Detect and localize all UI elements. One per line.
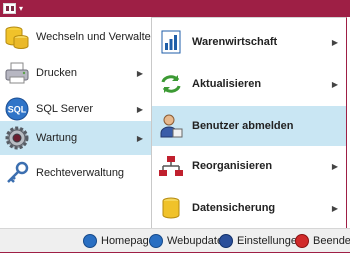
beenden-label: Beenden — [313, 235, 350, 247]
key-icon — [4, 160, 30, 186]
submenu-arrow-icon: ▶ — [136, 133, 144, 143]
submenu-item-label: Datensicherung — [192, 202, 276, 214]
main-menu: Wechseln und Verwalten Drucken ▶ SQL SQL… — [0, 17, 157, 228]
title-bar: ▾ — [0, 0, 350, 17]
gear-icon — [4, 125, 30, 151]
submenu-item-datensicherung[interactable]: Datensicherung ▶ — [152, 188, 346, 228]
submenu-item-label: Reorganisieren — [192, 160, 273, 172]
exit-icon — [295, 234, 309, 248]
printer-icon — [4, 60, 30, 86]
webupdate-button[interactable]: Webupdate — [149, 234, 223, 248]
menu-item-label: Wechseln und Verwalten — [36, 31, 157, 43]
app-menu-icon — [3, 3, 16, 14]
menu-item-wechseln[interactable]: Wechseln und Verwalten — [0, 19, 157, 55]
menu-item-rechteverwaltung[interactable]: Rechteverwaltung — [0, 155, 151, 191]
globe-update-icon — [149, 234, 163, 248]
submenu-arrow-icon: ▶ — [331, 79, 339, 89]
submenu-arrow-icon: ▶ — [136, 104, 144, 114]
submenu-item-label: Warenwirtschaft — [192, 36, 278, 48]
app-menu-button[interactable]: ▾ — [3, 1, 33, 16]
submenu-item-label: Benutzer abmelden — [192, 120, 294, 132]
einstellungen-label: Einstellungen — [237, 235, 304, 247]
submenu-arrow-icon: ▶ — [136, 68, 144, 78]
menu-item-wartung[interactable]: Wartung ▶ — [0, 121, 151, 155]
submenu-arrow-icon: ▶ — [331, 161, 339, 171]
homepage-button[interactable]: Homepage — [83, 234, 155, 248]
submenu-arrow-icon: ▶ — [331, 37, 339, 47]
chevron-down-icon: ▾ — [19, 4, 24, 13]
submenu-item-aktualisieren[interactable]: Aktualisieren ▶ — [152, 64, 346, 104]
refresh-icon — [158, 71, 184, 97]
globe-icon — [83, 234, 97, 248]
submenu-item-label: Aktualisieren — [192, 78, 262, 90]
application-menu: Wechseln und Verwalten Drucken ▶ SQL SQL… — [0, 17, 350, 253]
webupdate-label: Webupdate — [167, 235, 224, 247]
beenden-button[interactable]: Beenden — [295, 234, 350, 248]
menu-item-label: Drucken — [36, 67, 77, 79]
sql-server-icon: SQL — [4, 96, 30, 122]
menu-item-drucken[interactable]: Drucken ▶ — [0, 55, 151, 91]
submenu-item-warenwirtschaft[interactable]: Warenwirtschaft ▶ — [152, 22, 346, 62]
database-icon — [4, 24, 30, 50]
svg-text:SQL: SQL — [8, 105, 27, 115]
submenu-item-benutzer-abmelden[interactable]: Benutzer abmelden — [152, 106, 346, 146]
network-icon — [158, 153, 184, 179]
settings-icon — [219, 234, 233, 248]
einstellungen-button[interactable]: Einstellungen — [219, 234, 303, 248]
submenu-arrow-icon: ▶ — [331, 203, 339, 213]
document-chart-icon — [158, 29, 184, 55]
menu-item-label: SQL Server — [36, 103, 94, 115]
submenu-wartung: Warenwirtschaft ▶ Aktualisieren ▶ Benutz… — [151, 17, 347, 228]
submenu-item-reorganisieren[interactable]: Reorganisieren ▶ — [152, 146, 346, 186]
menu-item-label: Rechteverwaltung — [36, 167, 125, 179]
user-logout-icon — [158, 113, 184, 139]
menu-item-label: Wartung — [36, 132, 78, 144]
status-bar: Homepage Webupdate Einstellungen Beenden — [0, 228, 350, 253]
homepage-label: Homepage — [101, 235, 155, 247]
database-backup-icon — [158, 195, 184, 221]
